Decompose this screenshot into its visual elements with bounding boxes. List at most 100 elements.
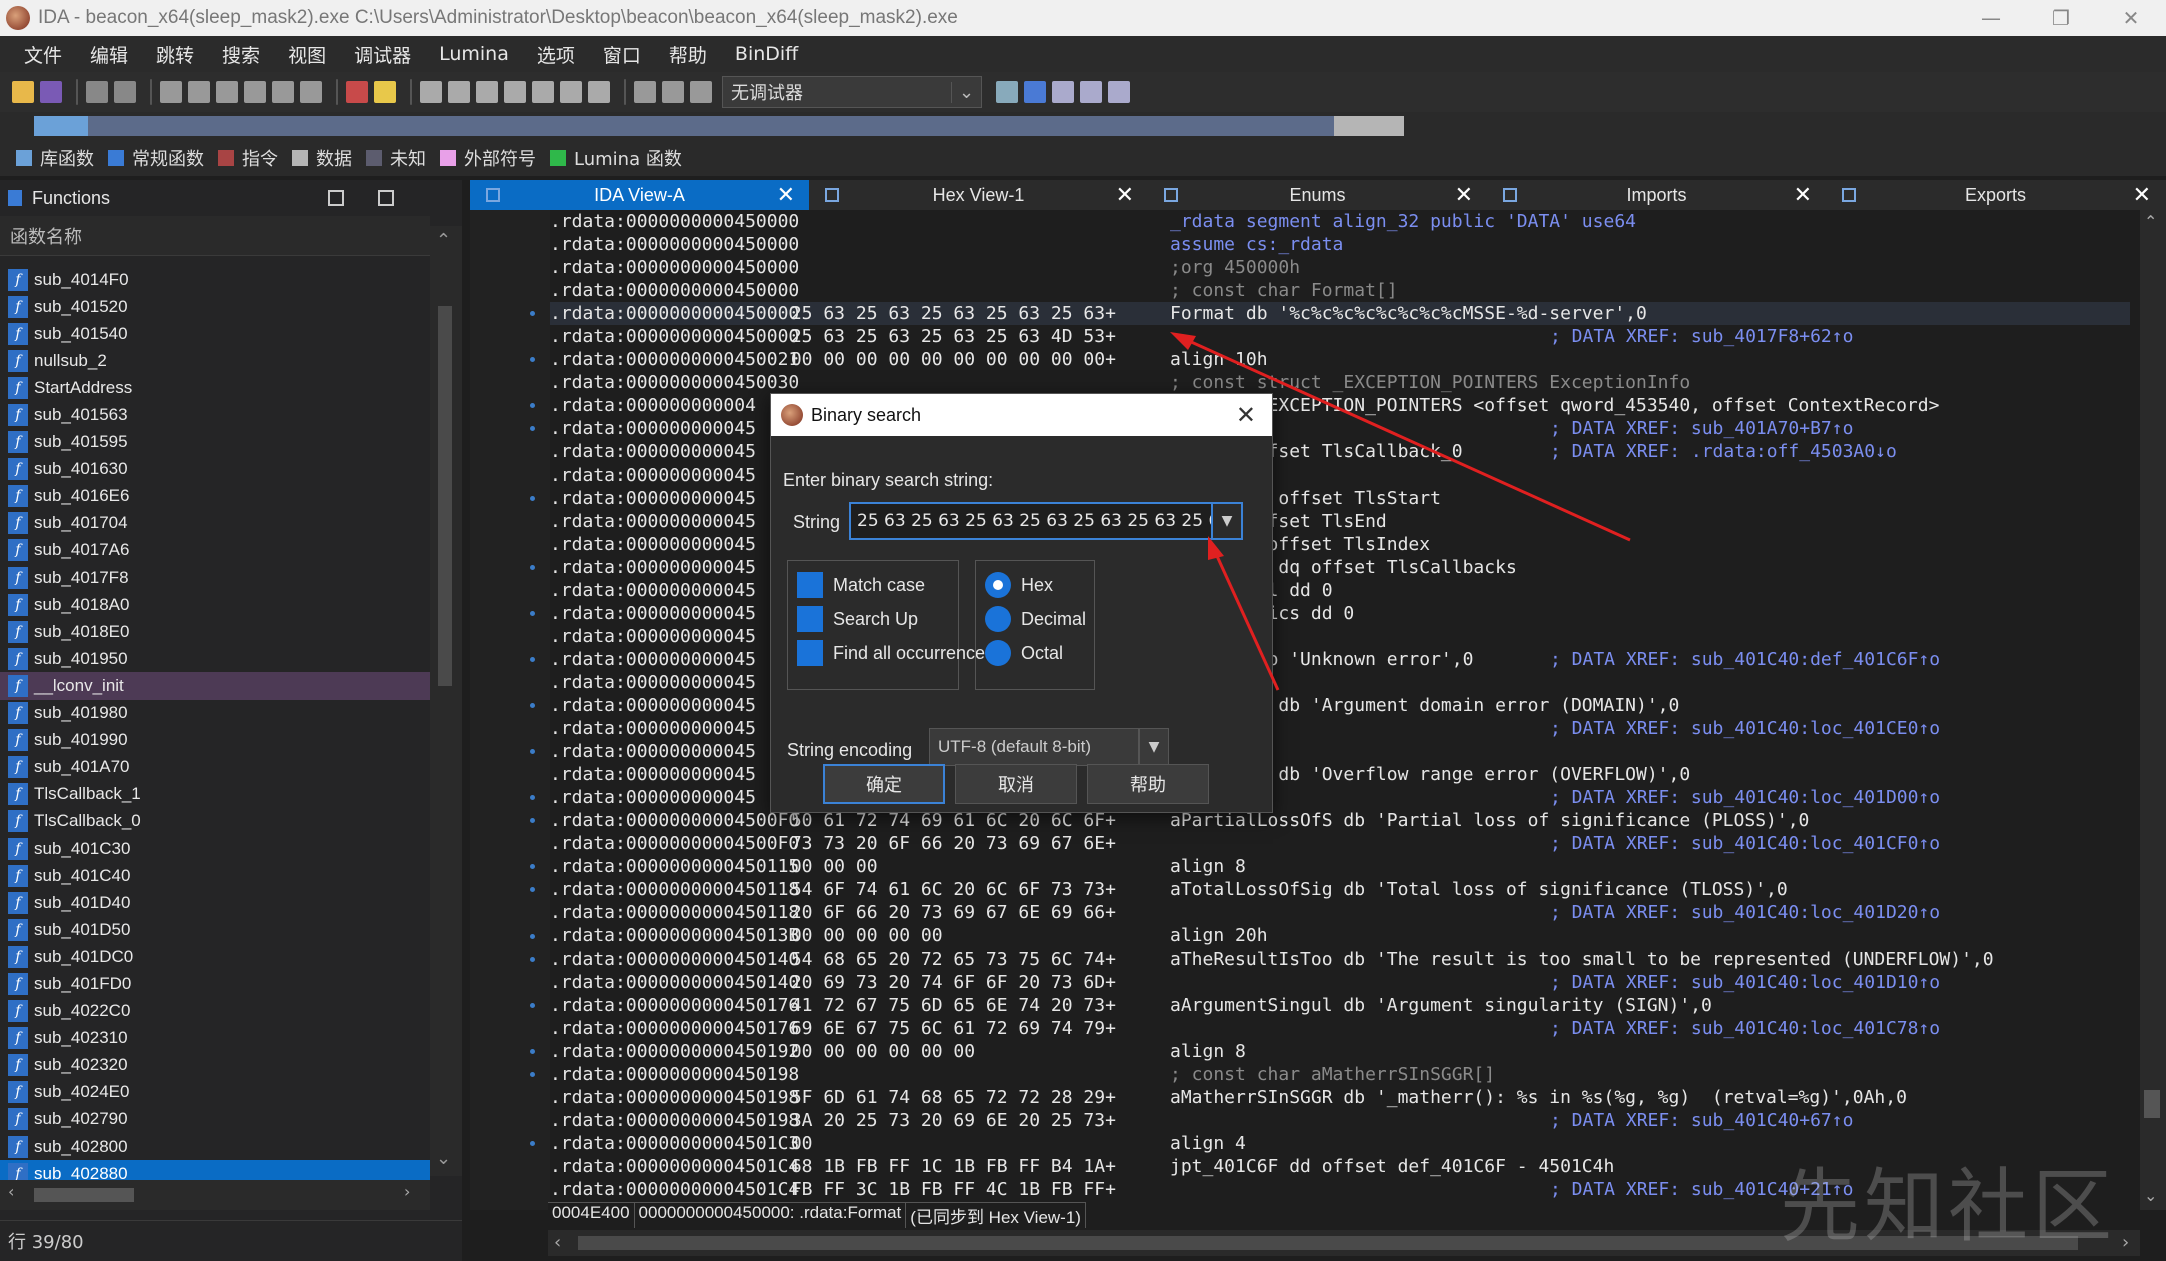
undefine-icon[interactable] xyxy=(244,81,266,103)
menu-item[interactable]: 调试器 xyxy=(340,41,425,68)
function-row[interactable]: f sub_4018A0 xyxy=(0,591,430,618)
disassembly-line[interactable]: .rdata:0000000000450000 assume cs:_rdata xyxy=(550,233,2130,256)
arrow-icon[interactable] xyxy=(272,81,294,103)
disassembly-line[interactable]: .rdata:0000000000450021 00 00 00 00 00 0… xyxy=(550,348,2130,371)
function-row[interactable]: f sub_402790 xyxy=(0,1106,430,1133)
disassembly-line[interactable]: .rdata:000000000045013B 00 00 00 00 00 al… xyxy=(550,924,2130,947)
disassembly-line[interactable]: .rdata:0000000000450000 _rdata segment al… xyxy=(550,210,2130,233)
function-row[interactable]: f sub_4018E0 xyxy=(0,618,430,645)
decimal-radio[interactable]: Decimal xyxy=(985,606,1086,632)
function-row[interactable]: f sub_401D50 xyxy=(0,916,430,943)
forward-icon[interactable] xyxy=(114,81,136,103)
function-row[interactable]: f sub_4017A6 xyxy=(0,537,430,564)
tab-close-icon[interactable]: ✕ xyxy=(2133,182,2151,208)
ok-button[interactable]: 确定 xyxy=(823,764,945,804)
function-row[interactable]: f sub_4014F0 xyxy=(0,266,430,293)
enum-icon[interactable] xyxy=(476,81,498,103)
play-icon[interactable] xyxy=(634,81,656,103)
debugger-select[interactable]: 无调试器 ⌄ xyxy=(722,76,982,108)
menu-item[interactable]: 视图 xyxy=(274,41,340,68)
navigation-bar[interactable] xyxy=(34,116,1404,136)
menu-item[interactable]: 跳转 xyxy=(142,41,208,68)
pause-icon[interactable] xyxy=(662,81,684,103)
disassembly-line[interactable]: .rdata:0000000000450176 69 6E 67 75 6C 6… xyxy=(550,1017,2130,1040)
functions-horizontal-scrollbar[interactable]: ‹ › xyxy=(0,1180,430,1210)
trace-icon[interactable] xyxy=(1080,81,1102,103)
disassembly-line[interactable]: .rdata:0000000000450030 ; const struct _E… xyxy=(550,371,2130,394)
function-row[interactable]: f sub_401FD0 xyxy=(0,970,430,997)
maximize-button[interactable]: ❐ xyxy=(2026,0,2096,36)
stop-icon[interactable] xyxy=(690,81,712,103)
function-row[interactable]: f TlsCallback_1 xyxy=(0,781,430,808)
function-row[interactable]: f sub_401704 xyxy=(0,510,430,537)
flag-icon[interactable] xyxy=(1108,81,1130,103)
string-icon[interactable] xyxy=(216,81,238,103)
minimize-button[interactable]: — xyxy=(1956,0,2026,36)
function-row[interactable]: f sub_401540 xyxy=(0,320,430,347)
function-row[interactable]: f sub_401C30 xyxy=(0,835,430,862)
menu-item[interactable]: 窗口 xyxy=(589,41,655,68)
function-row[interactable]: f sub_401DC0 xyxy=(0,943,430,970)
function-row[interactable]: f sub_402880 xyxy=(0,1160,430,1180)
find-all-occurrences-checkbox[interactable]: Find all occurrences xyxy=(797,640,994,666)
disassembly-line[interactable]: .rdata:0000000000450000 ;org 450000h xyxy=(550,256,2130,279)
function-row[interactable]: f sub_401C40 xyxy=(0,862,430,889)
scroll-down-icon[interactable]: ⌄ xyxy=(2144,1186,2157,1205)
disassembly-line[interactable]: .rdata:0000000000450000 ; const char Form… xyxy=(550,279,2130,302)
function-row[interactable]: f __lconv_init xyxy=(0,672,430,700)
tab-close-icon[interactable]: ✕ xyxy=(777,182,795,208)
tab-close-icon[interactable]: ✕ xyxy=(1116,182,1134,208)
function-row[interactable]: f sub_401595 xyxy=(0,429,430,456)
disassembly-line[interactable]: .rdata:00000000004500F0 73 73 20 6F 66 2… xyxy=(550,832,2130,855)
function-name-column-header[interactable]: 函数名称 xyxy=(0,216,430,256)
tab-ida-view-a[interactable]: IDA View-A ✕ xyxy=(470,180,809,210)
cancel-button[interactable]: 取消 xyxy=(955,764,1077,804)
tab-exports[interactable]: Exports ✕ xyxy=(1826,180,2165,210)
hex-radio[interactable]: Hex xyxy=(985,572,1053,598)
help-button[interactable]: 帮助 xyxy=(1087,764,1209,804)
functions-vertical-scrollbar[interactable]: ⌃ ⌄ xyxy=(430,226,462,1176)
function-row[interactable]: f sub_401D40 xyxy=(0,889,430,916)
function-row[interactable]: f sub_401950 xyxy=(0,645,430,672)
process-icon[interactable] xyxy=(1024,81,1046,103)
scroll-down-icon[interactable]: ⌄ xyxy=(436,1148,451,1169)
chevron-down-icon[interactable]: ▼ xyxy=(1213,502,1243,540)
data-icon[interactable] xyxy=(188,81,210,103)
array-icon[interactable] xyxy=(300,81,322,103)
function-row[interactable]: f sub_401563 xyxy=(0,401,430,428)
tab-close-icon[interactable]: ✕ xyxy=(1455,182,1473,208)
function-row[interactable]: f TlsCallback_0 xyxy=(0,808,430,835)
tab-enums[interactable]: Enums ✕ xyxy=(1148,180,1487,210)
menu-item[interactable]: BinDiff xyxy=(721,43,812,65)
restore-pane-icon[interactable] xyxy=(328,190,344,206)
function-row[interactable]: f sub_401990 xyxy=(0,727,430,754)
disassembly-line[interactable]: .rdata:0000000000450118 20 6F 66 20 73 6… xyxy=(550,901,2130,924)
menu-item[interactable]: Lumina xyxy=(425,43,523,65)
menu-item[interactable]: 搜索 xyxy=(208,41,274,68)
float-pane-icon[interactable] xyxy=(378,190,394,206)
search-string-input[interactable]: 25 63 25 63 25 63 25 63 25 63 25 63 25 6… xyxy=(849,502,1213,540)
scrollbar-thumb[interactable] xyxy=(2144,1090,2160,1118)
menu-item[interactable]: 文件 xyxy=(10,41,76,68)
disassembly-line[interactable]: .rdata:0000000000450198 3A 20 25 73 20 6… xyxy=(550,1109,2130,1132)
string-encoding-select[interactable]: UTF-8 (default 8-bit) xyxy=(929,728,1139,766)
menu-item[interactable]: 选项 xyxy=(523,41,589,68)
menu-item[interactable]: 帮助 xyxy=(655,41,721,68)
open-icon[interactable] xyxy=(12,81,34,103)
function-row[interactable]: f sub_401630 xyxy=(0,456,430,483)
navigation-band[interactable] xyxy=(0,112,2166,140)
structure-icon[interactable] xyxy=(448,81,470,103)
text-search-icon[interactable] xyxy=(346,81,368,103)
menu-item[interactable]: 编辑 xyxy=(76,41,142,68)
code-icon[interactable] xyxy=(160,81,182,103)
function-row[interactable]: f sub_401520 xyxy=(0,293,430,320)
edit-icon[interactable] xyxy=(560,81,582,103)
xref-icon[interactable] xyxy=(504,81,526,103)
attach-icon[interactable] xyxy=(996,81,1018,103)
disassembly-line[interactable]: .rdata:0000000000450115 00 00 00 align 8 xyxy=(550,855,2130,878)
scroll-left-icon[interactable]: ‹ xyxy=(554,1232,561,1253)
scroll-right-icon[interactable]: › xyxy=(2122,1232,2129,1253)
function-row[interactable]: f sub_401980 xyxy=(0,700,430,727)
function-row[interactable]: f nullsub_2 xyxy=(0,347,430,374)
disassembly-line[interactable]: .rdata:0000000000450198 5F 6D 61 74 68 6… xyxy=(550,1086,2130,1109)
